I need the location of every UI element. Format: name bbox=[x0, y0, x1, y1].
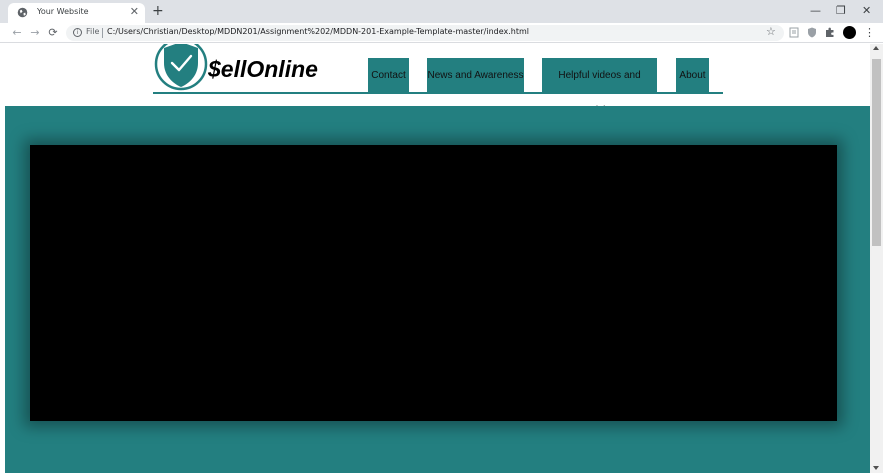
reload-icon[interactable]: ⟳ bbox=[46, 26, 60, 40]
video-player[interactable] bbox=[30, 145, 837, 421]
shield-extension-icon[interactable] bbox=[807, 27, 817, 38]
hero-section bbox=[5, 106, 870, 473]
new-tab-button[interactable]: + bbox=[152, 3, 164, 19]
scroll-up-arrow-icon[interactable] bbox=[873, 46, 879, 50]
address-bar[interactable]: i File C:/Users/Christian/Desktop/MDDN20… bbox=[66, 25, 784, 41]
forward-arrow-icon[interactable]: → bbox=[28, 26, 42, 40]
back-arrow-icon[interactable]: ← bbox=[10, 26, 24, 40]
reader-mode-icon[interactable] bbox=[789, 27, 799, 38]
shield-check-logo-icon[interactable] bbox=[153, 44, 209, 92]
site-header: $ellOnline Contact News and Awareness He… bbox=[153, 44, 723, 116]
restore-button[interactable]: ❐ bbox=[836, 3, 846, 19]
nav-about[interactable]: About bbox=[676, 58, 709, 93]
tab-title: Your Website bbox=[37, 7, 89, 16]
tab-strip: Your Website ✕ + — ❐ ✕ bbox=[0, 0, 883, 23]
globe-icon bbox=[17, 7, 28, 18]
page-scrollbar[interactable] bbox=[870, 44, 883, 473]
star-icon[interactable]: ☆ bbox=[766, 25, 776, 38]
browser-tab[interactable]: Your Website ✕ bbox=[8, 3, 145, 23]
address-divider bbox=[102, 28, 103, 38]
browser-toolbar: ← → ⟳ i File C:/Users/Christian/Desktop/… bbox=[0, 23, 883, 43]
close-window-button[interactable]: ✕ bbox=[862, 3, 871, 19]
info-icon[interactable]: i bbox=[73, 28, 82, 37]
page-viewport: $ellOnline Contact News and Awareness He… bbox=[0, 44, 870, 473]
puzzle-extension-icon[interactable] bbox=[825, 27, 835, 38]
scheme-label: File bbox=[86, 27, 100, 36]
kebab-menu-icon[interactable]: ⋮ bbox=[864, 26, 875, 39]
nav-helpful-videos[interactable]: Helpful videos and Articles bbox=[542, 58, 657, 116]
url-text[interactable]: C:/Users/Christian/Desktop/MDDN201/Assig… bbox=[107, 27, 529, 36]
scroll-down-arrow-icon[interactable] bbox=[873, 466, 879, 470]
nav-contact[interactable]: Contact bbox=[368, 58, 409, 93]
profile-avatar-icon[interactable] bbox=[843, 26, 856, 39]
minimize-button[interactable]: — bbox=[810, 3, 821, 19]
logo-wordmark[interactable]: $ellOnline bbox=[208, 56, 318, 83]
nav-news-and-awareness[interactable]: News and Awareness bbox=[427, 58, 524, 93]
close-tab-icon[interactable]: ✕ bbox=[130, 5, 139, 19]
scroll-thumb[interactable] bbox=[872, 59, 881, 246]
